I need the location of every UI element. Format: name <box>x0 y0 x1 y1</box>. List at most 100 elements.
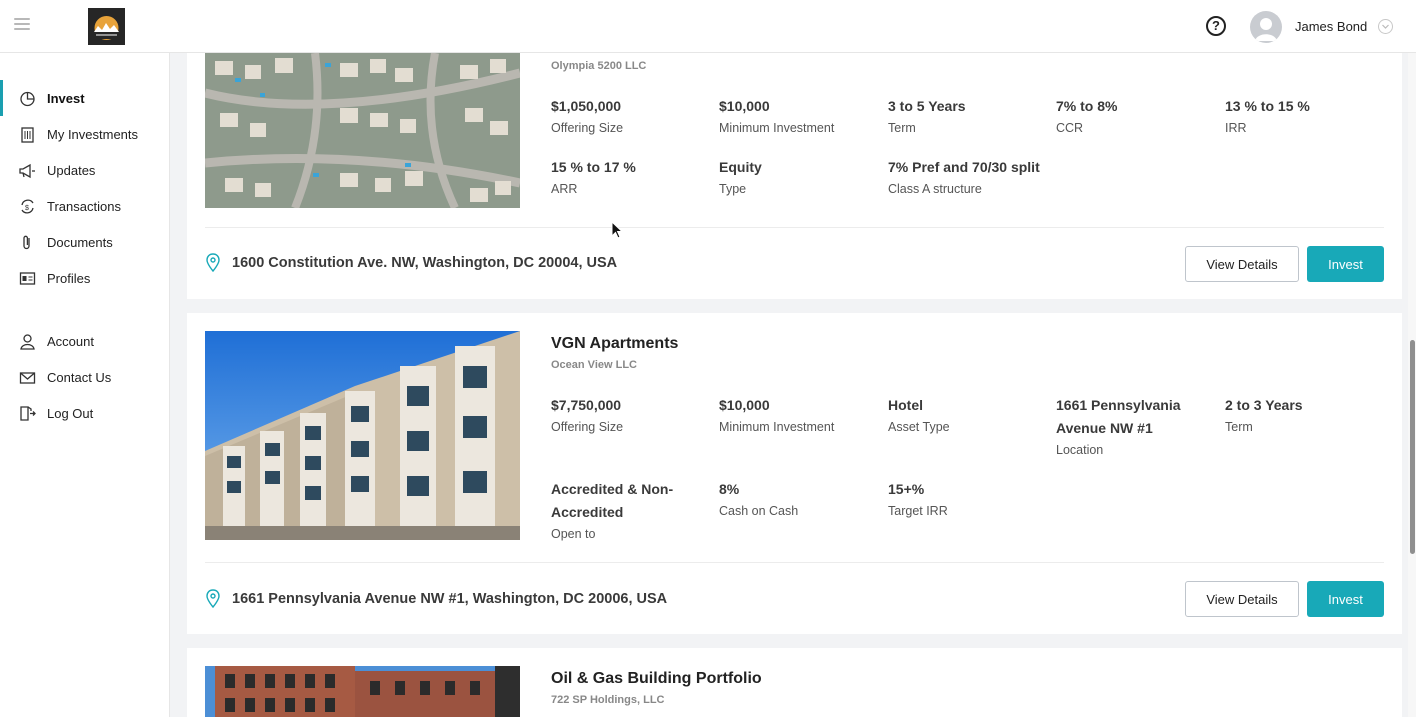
sidebar-item-log-out[interactable]: Log Out <box>0 395 169 431</box>
avatar[interactable] <box>1250 11 1282 43</box>
invest-button[interactable]: Invest <box>1307 581 1384 617</box>
metric-value: 13 % to 15 % <box>1225 98 1310 114</box>
metric-value: 8% <box>719 481 740 497</box>
property-image[interactable] <box>205 666 520 717</box>
building-icon <box>18 125 36 143</box>
metric-label: Offering Size <box>551 121 624 135</box>
pie-chart-icon <box>18 89 36 107</box>
offering-title[interactable]: Oil & Gas Building Portfolio <box>551 670 762 688</box>
property-address: 1661 Pennsylvania Avenue NW #1, Washingt… <box>205 589 667 609</box>
sidebar-item-label: Profiles <box>47 270 91 286</box>
metric: Hotel Asset Type <box>888 394 1048 437</box>
envelope-icon <box>18 368 36 386</box>
metric-value: $1,050,000 <box>551 98 622 114</box>
metric-label: Location <box>1056 443 1104 457</box>
metric-label: Offering Size <box>551 420 624 434</box>
metric-label: Open to <box>551 527 596 541</box>
location-pin-icon <box>206 253 220 273</box>
property-image[interactable] <box>205 53 520 208</box>
mouse-cursor-icon <box>611 221 623 239</box>
sidebar-item-invest[interactable]: Invest <box>0 80 169 116</box>
top-bar: ? James Bond <box>0 0 1416 53</box>
metric-value: 2 to 3 Years <box>1225 397 1303 413</box>
sidebar-item-label: Account <box>47 333 94 349</box>
sidebar-item-profiles[interactable]: Profiles <box>0 260 169 296</box>
metric-value: 15 % to 17 % <box>551 159 636 175</box>
sidebar-item-transactions[interactable]: $ Transactions <box>0 188 169 224</box>
metric-label: Class A structure <box>888 182 982 196</box>
sidebar-item-my-investments[interactable]: My Investments <box>0 116 169 152</box>
offering-card: Oil & Gas Building Portfolio 722 SP Hold… <box>187 648 1402 717</box>
metric-value: $10,000 <box>719 98 770 114</box>
metric-label: Type <box>719 182 747 196</box>
sidebar-item-documents[interactable]: Documents <box>0 224 169 260</box>
metric-value: 15+% <box>888 481 925 497</box>
metric: Accredited & Non-Accredited Open to <box>551 478 701 544</box>
metric-label: Target IRR <box>888 504 948 518</box>
sidebar-item-label: Transactions <box>47 198 121 214</box>
help-icon[interactable]: ? <box>1206 16 1226 36</box>
metric: $10,000 Minimum Investment <box>719 95 879 138</box>
metric: 2 to 3 Years Term <box>1225 394 1385 437</box>
sidebar-item-label: My Investments <box>47 126 139 142</box>
metric: 15 % to 17 % ARR <box>551 156 711 199</box>
metric: Equity Type <box>719 156 879 199</box>
metric-label: Minimum Investment <box>719 420 835 434</box>
exchange-icon: $ <box>18 197 36 215</box>
sponsor-name: Ocean View LLC <box>551 359 637 371</box>
sidebar: Invest My Investments Updates $ Transact… <box>0 53 170 717</box>
divider <box>205 227 1384 228</box>
sponsor-name: 722 SP Holdings, LLC <box>551 694 665 706</box>
metric-label: Cash on Cash <box>719 504 799 518</box>
metric-value: Equity <box>719 159 762 175</box>
metric: 8% Cash on Cash <box>719 478 879 521</box>
sidebar-item-updates[interactable]: Updates <box>0 152 169 188</box>
metric: $1,050,000 Offering Size <box>551 95 711 138</box>
sponsor-name: Olympia 5200 LLC <box>551 60 647 72</box>
divider <box>205 562 1384 563</box>
offering-card: Olympia 5200 LLC $1,050,000 Offering Siz… <box>187 53 1402 299</box>
metric-value: Hotel <box>888 397 923 413</box>
metric-label: IRR <box>1225 121 1247 135</box>
view-details-button[interactable]: View Details <box>1185 246 1299 282</box>
metric-value: Accredited & Non-Accredited <box>551 481 674 520</box>
sidebar-item-label: Updates <box>47 162 96 178</box>
metric-value: $7,750,000 <box>551 397 622 413</box>
metric: $7,750,000 Offering Size <box>551 394 711 437</box>
metric: 3 to 5 Years Term <box>888 95 1048 138</box>
chevron-down-icon[interactable] <box>1378 19 1393 34</box>
metric-value: 1661 Pennsylvania Avenue NW #1 <box>1056 397 1181 436</box>
sidebar-item-contact-us[interactable]: Contact Us <box>0 359 169 395</box>
paperclip-icon <box>18 233 36 251</box>
invest-button[interactable]: Invest <box>1307 246 1384 282</box>
metric: 13 % to 15 % IRR <box>1225 95 1385 138</box>
metric: 7% to 8% CCR <box>1056 95 1216 138</box>
address-text: 1661 Pennsylvania Avenue NW #1, Washingt… <box>232 591 668 607</box>
metric: 15+% Target IRR <box>888 478 1048 521</box>
metric-value: 3 to 5 Years <box>888 98 966 114</box>
metric-value: 7% Pref and 70/30 split <box>888 159 1040 175</box>
metric-label: ARR <box>551 182 578 196</box>
property-address: 1600 Constitution Ave. NW, Washington, D… <box>205 253 617 273</box>
offering-title[interactable]: VGN Apartments <box>551 335 678 353</box>
location-pin-icon <box>206 589 220 609</box>
id-card-icon <box>18 269 36 287</box>
offering-card: VGN Apartments Ocean View LLC $7,750,000… <box>187 313 1402 634</box>
scrollbar-thumb[interactable] <box>1410 340 1415 554</box>
logout-icon <box>18 404 36 422</box>
view-details-button[interactable]: View Details <box>1185 581 1299 617</box>
metric-value: 7% to 8% <box>1056 98 1118 114</box>
megaphone-icon <box>18 161 36 179</box>
user-name[interactable]: James Bond <box>1295 19 1367 34</box>
metric-label: Term <box>1225 420 1253 434</box>
company-logo[interactable] <box>88 8 125 45</box>
metric-label: Minimum Investment <box>719 121 835 135</box>
svg-text:$: $ <box>25 205 29 212</box>
property-image[interactable] <box>205 331 520 540</box>
sidebar-item-label: Contact Us <box>47 369 112 385</box>
metric: $10,000 Minimum Investment <box>719 394 879 437</box>
metric-label: Asset Type <box>888 420 950 434</box>
sidebar-item-account[interactable]: Account <box>0 323 169 359</box>
metric-value: $10,000 <box>719 397 770 413</box>
hamburger-menu-icon[interactable] <box>14 18 30 32</box>
